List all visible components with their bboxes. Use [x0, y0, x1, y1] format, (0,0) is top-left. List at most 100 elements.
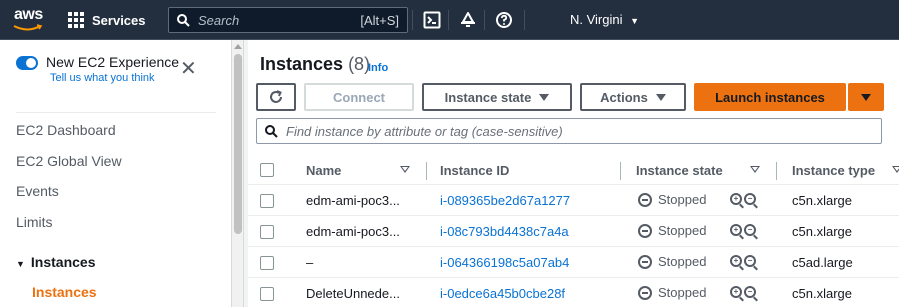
table-row[interactable]: edm-ami-poc3... i-08c793bd4438c7a4a Stop… — [248, 217, 899, 247]
sidebar-section-instances[interactable]: ▼ Instances — [16, 254, 96, 270]
stopped-icon — [638, 192, 652, 207]
instance-id-link[interactable]: i-0edce6a45b0cbe28f — [440, 286, 565, 301]
sort-icon[interactable] — [750, 166, 760, 173]
row-checkbox[interactable] — [260, 194, 274, 208]
row-checkbox[interactable] — [260, 225, 274, 239]
instance-count: (8) — [348, 54, 371, 74]
zoom-out-icon[interactable]: − — [744, 255, 756, 267]
nav-divider — [524, 10, 525, 30]
zoom-out-icon[interactable]: − — [744, 224, 756, 236]
zoom-in-icon[interactable]: + — [730, 193, 742, 205]
chevron-down-icon: ▼ — [630, 16, 640, 26]
sort-icon[interactable] — [892, 166, 899, 173]
table-row[interactable]: DeleteUnnede... i-0edce6a45b0cbe28f Stop… — [248, 279, 899, 307]
sidebar-item-instances-active[interactable]: Instances — [32, 284, 97, 300]
sort-icon[interactable] — [400, 166, 410, 173]
select-all-checkbox[interactable] — [260, 163, 274, 177]
row-checkbox[interactable] — [260, 287, 274, 301]
instance-id-link[interactable]: i-064366198c5a07ab4 — [440, 255, 569, 270]
services-grid-icon — [68, 12, 84, 28]
notifications-bell-icon[interactable] — [456, 8, 480, 32]
instance-id-link[interactable]: i-08c793bd4438c7a4a — [440, 224, 569, 239]
connect-button[interactable]: Connect — [304, 83, 414, 111]
global-search-input[interactable]: Search [Alt+S] — [168, 7, 408, 33]
aws-smile-icon — [13, 24, 43, 31]
state-label: Stopped — [658, 223, 707, 238]
row-checkbox[interactable] — [260, 256, 274, 270]
sidebar-item-ec2-dashboard[interactable]: EC2 Dashboard — [16, 122, 116, 138]
search-icon — [177, 13, 190, 27]
sidebar-divider — [16, 112, 216, 113]
search-placeholder: Search — [198, 12, 240, 28]
state-label: Stopped — [658, 285, 707, 300]
state-label: Stopped — [658, 192, 707, 207]
services-menu-button[interactable]: Services — [68, 7, 146, 33]
zoom-in-icon[interactable]: + — [730, 286, 742, 298]
column-header-name[interactable]: Name — [306, 163, 341, 178]
column-header-instance-state[interactable]: Instance state — [636, 163, 723, 178]
feedback-link[interactable]: Tell us what you think — [50, 72, 179, 84]
zoom-in-icon[interactable]: + — [730, 224, 742, 236]
instance-id-link[interactable]: i-089365be2d67a1277 — [440, 193, 570, 208]
sidebar-item-events[interactable]: Events — [16, 183, 59, 199]
instance-type: c5n.xlarge — [792, 193, 852, 208]
aws-logo[interactable]: aws — [10, 4, 50, 36]
help-icon[interactable] — [492, 8, 516, 32]
caret-down-icon — [861, 93, 871, 101]
stopped-icon — [638, 223, 652, 238]
cloudshell-icon[interactable] — [420, 8, 444, 32]
section-label: Instances — [30, 254, 96, 270]
launch-dropdown-button[interactable] — [848, 83, 884, 111]
aws-logo-text: aws — [14, 6, 43, 23]
zoom-in-icon[interactable]: + — [730, 255, 742, 267]
region-selector[interactable]: N. Virgini ▼ — [570, 12, 639, 27]
stopped-icon — [638, 285, 652, 300]
stopped-icon — [638, 254, 652, 269]
scrollbar-thumb[interactable] — [234, 54, 242, 234]
instance-type: c5n.xlarge — [792, 286, 852, 301]
column-divider[interactable] — [620, 162, 621, 180]
column-header-instance-type[interactable]: Instance type — [792, 163, 875, 178]
nav-divider — [484, 10, 485, 30]
instance-state: Stopped — [638, 223, 706, 238]
column-header-instance-id[interactable]: Instance ID — [440, 163, 509, 178]
nav-divider — [448, 10, 449, 30]
zoom-controls: + − — [730, 255, 756, 267]
instance-state: Stopped — [638, 254, 706, 269]
launch-instances-button[interactable]: Launch instances — [694, 83, 846, 111]
instances-panel: Instances (8) Info Connect Instance stat… — [248, 40, 899, 307]
table-row[interactable]: edm-ami-poc3... i-089365be2d67a1277 Stop… — [248, 186, 899, 216]
instance-filter-input[interactable]: Find instance by attribute or tag (case-… — [256, 118, 882, 144]
sidebar: New EC2 Experience Tell us what you thin… — [0, 40, 232, 307]
column-divider[interactable] — [776, 162, 777, 180]
zoom-out-icon[interactable]: − — [744, 286, 756, 298]
caret-down-icon — [655, 93, 666, 101]
title-text: Instances — [260, 54, 344, 74]
caret-down-icon — [539, 93, 550, 101]
state-label: Stopped — [658, 254, 707, 269]
zoom-out-icon[interactable]: − — [744, 193, 756, 205]
table-row[interactable]: – i-064366198c5a07ab4 Stopped + − c5ad.la… — [248, 248, 899, 278]
zoom-controls: + − — [730, 193, 756, 205]
actions-button[interactable]: Actions — [580, 83, 686, 111]
close-icon[interactable]: ✕ — [180, 59, 197, 79]
instance-state-button[interactable]: Instance state — [422, 83, 572, 111]
zoom-controls: + − — [730, 224, 756, 236]
instance-name: – — [306, 255, 314, 270]
sidebar-scrollbar[interactable] — [232, 40, 244, 307]
instance-name: DeleteUnnede... — [306, 286, 400, 301]
caret-down-icon: ▼ — [16, 259, 25, 269]
nav-divider — [412, 10, 413, 30]
scroll-up-arrow-icon[interactable] — [234, 44, 242, 49]
refresh-button[interactable] — [256, 83, 296, 111]
instance-type: c5n.xlarge — [792, 224, 852, 239]
column-divider[interactable] — [426, 162, 427, 180]
search-shortcut: [Alt+S] — [360, 12, 399, 28]
new-experience-toggle-row: New EC2 Experience Tell us what you thin… — [16, 54, 179, 84]
sidebar-item-ec2-global-view[interactable]: EC2 Global View — [16, 153, 122, 169]
top-navigation: aws Services Search [Alt+S] N. Virgini ▼ — [0, 0, 899, 40]
sidebar-item-limits[interactable]: Limits — [16, 214, 53, 230]
page-title: Instances (8) — [260, 54, 370, 75]
info-link[interactable]: Info — [368, 62, 388, 74]
new-experience-toggle[interactable] — [16, 56, 38, 70]
